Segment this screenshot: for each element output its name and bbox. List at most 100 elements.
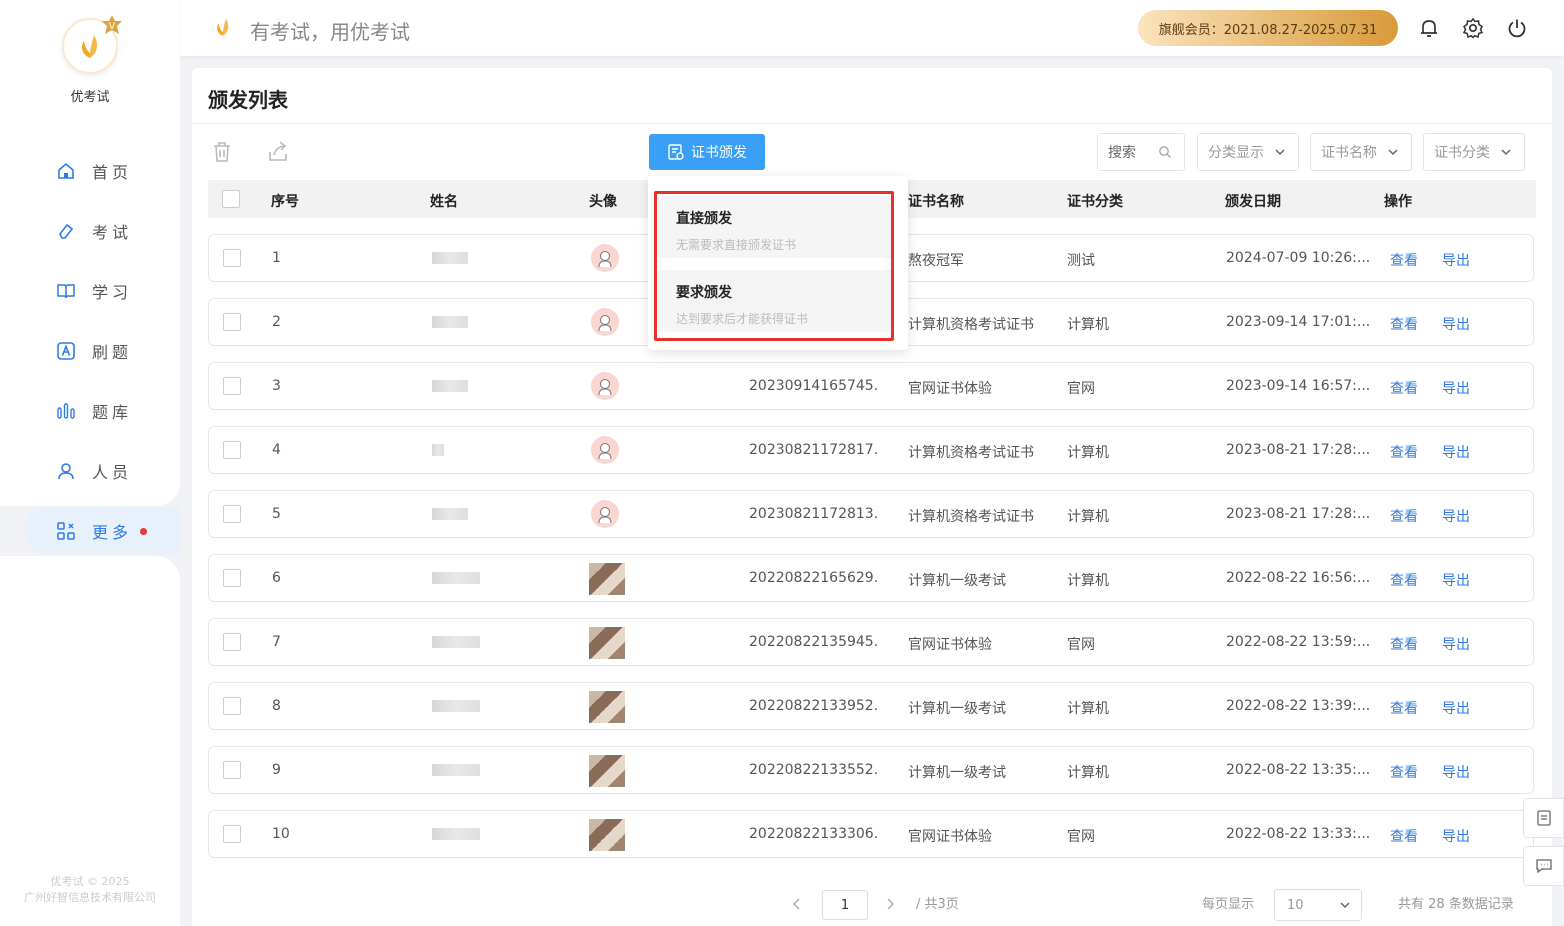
default-avatar-icon xyxy=(591,436,619,464)
page-number-input[interactable]: 1 xyxy=(822,890,868,920)
table-row[interactable]: 7 20220822135945... 官网证书体验 官网 2022-08-22 13:… xyxy=(208,618,1534,666)
brand-name: 优考试 xyxy=(70,90,110,105)
cert-type-select[interactable]: 证书分类 xyxy=(1423,133,1525,171)
trash-icon[interactable] xyxy=(210,140,234,164)
cert-name: 计算机一级考试 xyxy=(908,765,1006,781)
issue-button-label: 证书颁发 xyxy=(691,145,747,161)
notification-dot xyxy=(140,527,148,535)
chat-float-button[interactable] xyxy=(1523,846,1564,886)
export-link[interactable]: 导出 xyxy=(1442,826,1470,846)
issue-certificate-button[interactable]: 证书颁发 xyxy=(649,134,765,170)
certificate-icon xyxy=(668,144,684,160)
export-link[interactable]: 导出 xyxy=(1442,314,1470,334)
power-icon[interactable] xyxy=(1506,17,1528,39)
row-checkbox[interactable] xyxy=(223,249,241,267)
view-link[interactable]: 查看 xyxy=(1390,250,1418,270)
export-link[interactable]: 导出 xyxy=(1442,378,1470,398)
table-row[interactable]: 10 20220822133306... 官网证书体验 官网 2022-08-22 13… xyxy=(208,810,1534,858)
row-checkbox[interactable] xyxy=(223,377,241,395)
cert-code: 20230914165745... xyxy=(749,378,879,394)
cert-name-select[interactable]: 证书名称 xyxy=(1310,133,1412,171)
sidebar-item-study[interactable]: 学习 xyxy=(24,268,180,314)
gear-icon[interactable] xyxy=(1462,17,1484,39)
default-avatar-icon xyxy=(591,308,619,336)
select-all-checkbox[interactable] xyxy=(222,190,240,208)
company-line: 广州好智信息技术有限公司 xyxy=(24,891,156,904)
col-index: 序号 xyxy=(271,194,299,210)
view-link[interactable]: 查看 xyxy=(1390,378,1418,398)
sidebar-item-exam[interactable]: 考试 xyxy=(24,208,180,254)
export-link[interactable]: 导出 xyxy=(1442,250,1470,270)
row-checkbox[interactable] xyxy=(223,569,241,587)
export-link[interactable]: 导出 xyxy=(1442,570,1470,590)
row-checkbox[interactable] xyxy=(223,441,241,459)
copyright: 优考试 © 2025 广州好智信息技术有限公司 xyxy=(0,874,180,906)
export-icon[interactable] xyxy=(266,140,290,164)
table-row[interactable]: 5 20230821172813... 计算机资格考试证书 计算机 2023-08-21… xyxy=(208,490,1534,538)
row-checkbox[interactable] xyxy=(223,825,241,843)
category-display-select[interactable]: 分类显示 xyxy=(1197,133,1299,171)
table-row[interactable]: 6 20220822165629... 计算机一级考试 计算机 2022-08-22 1… xyxy=(208,554,1534,602)
sidebar-item-label: 首页 xyxy=(92,163,133,182)
copyright-line: 优考试 © 2025 xyxy=(50,875,130,888)
sidebar-item-practice[interactable]: 刷题 xyxy=(24,328,180,374)
sidebar-item-more[interactable]: 更多 xyxy=(24,508,180,554)
table-row[interactable]: 3 20230914165745... 官网证书体验 官网 2023-09-14 16:… xyxy=(208,362,1534,410)
vip-membership-badge[interactable]: 旗舰会员：2021.08.27-2025.07.31 xyxy=(1138,10,1398,46)
sidebar-item-home[interactable]: 首页 xyxy=(24,148,180,194)
cert-name: 熬夜冠军 xyxy=(908,253,964,269)
view-link[interactable]: 查看 xyxy=(1390,698,1418,718)
view-link[interactable]: 查看 xyxy=(1390,634,1418,654)
letter-a-icon xyxy=(57,342,75,360)
page-size-select[interactable]: 10 xyxy=(1274,889,1362,921)
sidebar-item-question-bank[interactable]: 题库 xyxy=(24,388,180,434)
blurred-name xyxy=(432,316,468,328)
export-link[interactable]: 导出 xyxy=(1442,442,1470,462)
row-checkbox[interactable] xyxy=(223,633,241,651)
view-link[interactable]: 查看 xyxy=(1390,314,1418,334)
sidebar-item-people[interactable]: 人员 xyxy=(24,448,180,494)
col-cert-name: 证书名称 xyxy=(908,194,964,210)
user-photo xyxy=(589,691,625,723)
col-ops: 操作 xyxy=(1384,194,1412,210)
export-link[interactable]: 导出 xyxy=(1442,762,1470,782)
prev-page-icon[interactable] xyxy=(792,898,802,910)
table-row[interactable]: 4 20230821172817... 计算机资格考试证书 计算机 2023-08-21… xyxy=(208,426,1534,474)
row-checkbox[interactable] xyxy=(223,313,241,331)
slogan: 有考试，用优考试 xyxy=(250,20,410,44)
issue-date: 2023-08-21 17:28:... xyxy=(1226,442,1371,458)
user-photo xyxy=(589,563,625,595)
default-avatar-icon xyxy=(591,500,619,528)
bars-icon xyxy=(57,403,75,419)
view-link[interactable]: 查看 xyxy=(1390,826,1418,846)
view-link[interactable]: 查看 xyxy=(1390,570,1418,590)
cert-type: 计算机 xyxy=(1067,701,1109,717)
notes-float-button[interactable] xyxy=(1523,798,1564,838)
table-row[interactable]: 8 20220822133952... 计算机一级考试 计算机 2022-08-22 1… xyxy=(208,682,1534,730)
export-link[interactable]: 导出 xyxy=(1442,698,1470,718)
table-row[interactable]: 9 20220822133552... 计算机一级考试 计算机 2022-08-22 1… xyxy=(208,746,1534,794)
cert-code: 20220822133952... xyxy=(749,698,879,714)
blurred-name xyxy=(432,636,480,648)
sidebar-item-label: 更多 xyxy=(92,523,133,542)
search-box[interactable]: 搜索 xyxy=(1097,133,1185,171)
sidebar-item-label: 考试 xyxy=(92,223,133,242)
sidebar-item-label: 人员 xyxy=(92,463,133,482)
book-icon xyxy=(57,284,75,299)
chevron-down-icon xyxy=(1388,149,1398,156)
row-checkbox[interactable] xyxy=(223,697,241,715)
export-link[interactable]: 导出 xyxy=(1442,506,1470,526)
user-photo xyxy=(589,755,625,787)
cert-name: 官网证书体验 xyxy=(908,637,992,653)
bell-icon[interactable] xyxy=(1418,17,1440,39)
view-link[interactable]: 查看 xyxy=(1390,762,1418,782)
export-link[interactable]: 导出 xyxy=(1442,634,1470,654)
next-page-icon[interactable] xyxy=(885,898,895,910)
search-icon xyxy=(1159,146,1171,158)
row-checkbox[interactable] xyxy=(223,505,241,523)
cert-type: 计算机 xyxy=(1067,765,1109,781)
view-link[interactable]: 查看 xyxy=(1390,442,1418,462)
view-link[interactable]: 查看 xyxy=(1390,506,1418,526)
cert-type: 计算机 xyxy=(1067,317,1109,333)
row-checkbox[interactable] xyxy=(223,761,241,779)
